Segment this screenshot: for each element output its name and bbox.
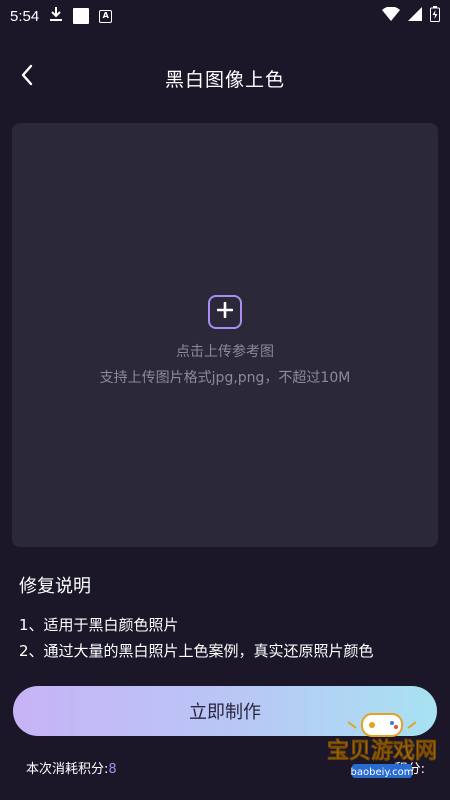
note-item: 1、适用于黑白颜色照片	[19, 616, 179, 634]
cost-label: 本次消耗积分:	[26, 762, 109, 777]
status-time: 5:54	[10, 7, 40, 25]
upload-area[interactable]: 点击上传参考图 支持上传图片格式jpg,png，不超过10M	[12, 123, 438, 547]
svg-text:baobeiy.com: baobeiy.com	[351, 767, 414, 778]
svg-text:宝贝游戏网: 宝贝游戏网	[327, 738, 437, 764]
wifi-icon	[382, 6, 400, 25]
notification-square-icon	[73, 8, 90, 24]
back-button[interactable]	[12, 62, 42, 92]
signal-icon	[408, 7, 422, 25]
notes-title: 修复说明	[19, 576, 91, 597]
note-item: 2、通过大量的黑白照片上色案例，真实还原照片颜色	[19, 642, 374, 660]
cost-value: 8	[108, 762, 117, 777]
page-title: 黑白图像上色	[164, 68, 285, 91]
upload-hint: 支持上传图片格式jpg,png，不超过10M	[99, 370, 351, 386]
battery-icon	[430, 6, 440, 26]
cost-info: 本次消耗积分:8	[26, 758, 117, 777]
top-bar: 黑白图像上色	[0, 52, 450, 104]
make-now-label: 立即制作	[189, 702, 261, 723]
status-bar: 5:54 A	[0, 0, 450, 32]
plus-icon	[216, 301, 234, 322]
download-icon	[49, 6, 63, 26]
upload-title: 点击上传参考图	[176, 344, 274, 360]
chevron-left-icon	[20, 64, 34, 90]
add-image-button[interactable]	[208, 295, 242, 329]
gamepad-icon	[347, 713, 417, 737]
accessibility-a-icon: A	[99, 9, 113, 23]
watermark-logo: 宝贝游戏网 baobeiy.com	[318, 712, 446, 782]
